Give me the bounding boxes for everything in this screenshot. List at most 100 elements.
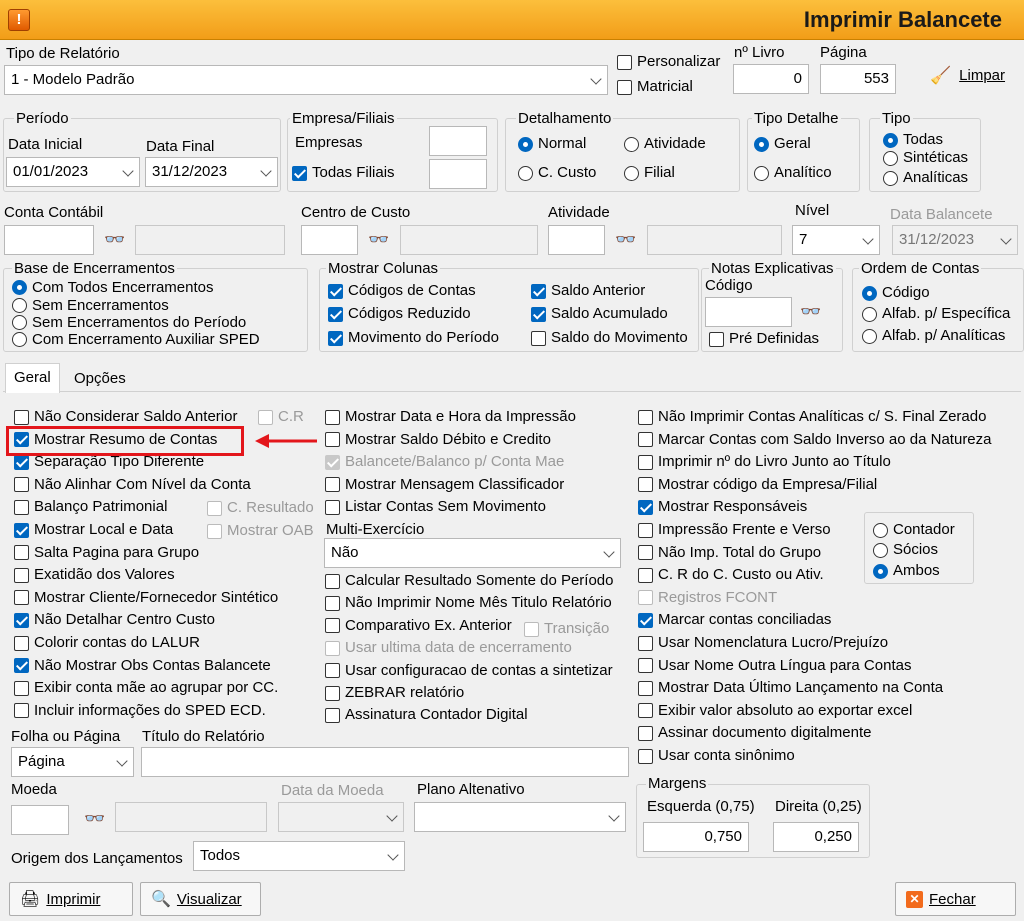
transicao-checkbox[interactable]: Transição <box>524 619 609 639</box>
folha-pagina-select[interactable]: Página <box>11 747 134 777</box>
col1-option-13[interactable]: Incluir informações do SPED ECD. <box>14 701 266 721</box>
col3-option-5[interactable]: Impressão Frente e Verso <box>638 520 831 540</box>
col2a-option-4[interactable]: Listar Contas Sem Movimento <box>325 497 546 517</box>
origem-select[interactable]: Todos <box>193 841 405 871</box>
movimento-periodo-checkbox[interactable]: Movimento do Período <box>328 328 499 348</box>
base-todos-radio[interactable]: Com Todos Encerramentos <box>12 279 213 296</box>
resp-socios-radio[interactable]: Sócios <box>873 540 938 560</box>
col1-option-3[interactable]: Não Alinhar Com Nível da Conta <box>14 475 251 495</box>
col3-option-11[interactable]: Usar Nome Outra Língua para Contas <box>638 656 911 676</box>
ordem-especifica-radio[interactable]: Alfab. p/ Específica <box>862 304 1010 324</box>
tipo-analiticas-radio[interactable]: Analíticas <box>883 169 968 187</box>
codigos-contas-checkbox[interactable]: Códigos de Contas <box>328 281 476 301</box>
tab-opcoes[interactable]: Opções <box>68 366 132 392</box>
detalhamento-atividade-radio[interactable]: Atividade <box>624 134 706 154</box>
margem-esquerda-input[interactable]: 0,750 <box>643 822 749 852</box>
imprimir-button[interactable]: 🖨 Imprimir <box>9 882 133 916</box>
limpar-button[interactable]: 🧹 Limpar <box>930 66 1005 86</box>
col1-option-7[interactable]: Exatidão dos Valores <box>14 565 175 585</box>
binoculars-icon[interactable]: 👓 <box>84 809 105 829</box>
col3-option-6[interactable]: Não Imp. Total do Grupo <box>638 543 821 563</box>
col3-option-8[interactable]: Registros FCONT <box>638 588 777 608</box>
col2a-option-0[interactable]: Mostrar Data e Hora da Impressão <box>325 407 576 427</box>
detalhamento-ccusto-radio[interactable]: C. Custo <box>518 163 596 183</box>
base-sem-periodo-radio[interactable]: Sem Encerramentos do Período <box>12 314 246 331</box>
col3-option-13[interactable]: Exibir valor absoluto ao exportar excel <box>638 701 912 721</box>
ordem-codigo-radio[interactable]: Código <box>862 283 930 303</box>
c-resultado-checkbox[interactable]: C. Resultado <box>207 498 314 518</box>
col3-option-15[interactable]: Usar conta sinônimo <box>638 746 795 766</box>
col3-option-14[interactable]: Assinar documento digitalmente <box>638 723 871 743</box>
col1-option-5[interactable]: Mostrar Local e Data <box>14 520 173 540</box>
col3-option-2[interactable]: Imprimir nº do Livro Junto ao Título <box>638 452 891 472</box>
cr-checkbox[interactable]: C.R <box>258 407 304 427</box>
col2b-option-0[interactable]: Calcular Resultado Somente do Período <box>325 571 614 591</box>
col1-option-6[interactable]: Salta Pagina para Grupo <box>14 543 199 563</box>
col2b-option-5[interactable]: ZEBRAR relatório <box>325 683 464 703</box>
margem-direita-input[interactable]: 0,250 <box>773 822 859 852</box>
col2b-option-3[interactable]: Usar ultima data de encerramento <box>325 638 572 658</box>
col2b-option-4[interactable]: Usar configuracao de contas a sintetizar <box>325 661 613 681</box>
ordem-analiticas-radio[interactable]: Alfab. p/ Analíticas <box>862 326 1005 346</box>
binoculars-icon[interactable]: 👓 <box>368 230 389 250</box>
col2a-option-1[interactable]: Mostrar Saldo Débito e Credito <box>325 430 551 450</box>
saldo-acumulado-checkbox[interactable]: Saldo Acumulado <box>531 304 668 324</box>
fechar-button[interactable]: ✕ Fechar <box>895 882 1016 916</box>
conta-contabil-input[interactable] <box>4 225 94 255</box>
atividade-input[interactable] <box>548 225 605 255</box>
col3-option-4[interactable]: Mostrar Responsáveis <box>638 497 807 517</box>
tipo-detalhe-analitico-radio[interactable]: Analítico <box>754 163 832 183</box>
col3-option-7[interactable]: C. R do C. Custo ou Ativ. <box>638 565 824 585</box>
base-auxiliar-radio[interactable]: Com Encerramento Auxiliar SPED <box>12 331 260 348</box>
personalizar-checkbox[interactable]: Personalizar <box>617 52 720 72</box>
todas-filiais-checkbox[interactable]: Todas Filiais <box>292 163 395 183</box>
notas-codigo-input[interactable] <box>705 297 792 327</box>
nivel-select[interactable]: 7 <box>792 225 880 255</box>
pre-definidas-checkbox[interactable]: Pré Definidas <box>709 329 819 349</box>
data-final-picker[interactable]: 31/12/2023 <box>145 157 278 187</box>
col1-option-9[interactable]: Não Detalhar Centro Custo <box>14 610 215 630</box>
col1-option-11[interactable]: Não Mostrar Obs Contas Balancete <box>14 656 271 676</box>
mostrar-oab-checkbox[interactable]: Mostrar OAB <box>207 521 314 541</box>
empresas-input[interactable] <box>429 126 487 156</box>
tipo-sinteticas-radio[interactable]: Sintéticas <box>883 149 968 167</box>
col3-option-9[interactable]: Marcar contas conciliadas <box>638 610 831 630</box>
detalhamento-normal-radio[interactable]: Normal <box>518 134 586 154</box>
col3-option-10[interactable]: Usar Nomenclatura Lucro/Prejuízo <box>638 633 888 653</box>
col1-option-8[interactable]: Mostrar Cliente/Fornecedor Sintético <box>14 588 278 608</box>
saldo-anterior-checkbox[interactable]: Saldo Anterior <box>531 281 645 301</box>
base-sem-radio[interactable]: Sem Encerramentos <box>12 297 169 314</box>
col2b-option-2[interactable]: Comparativo Ex. Anterior <box>325 616 512 636</box>
tipo-relatorio-select[interactable]: 1 - Modelo Padrão <box>4 65 608 95</box>
codigos-reduzido-checkbox[interactable]: Códigos Reduzido <box>328 304 471 324</box>
tipo-detalhe-geral-radio[interactable]: Geral <box>754 134 811 154</box>
col2a-option-3[interactable]: Mostrar Mensagem Classificador <box>325 475 564 495</box>
col1-option-12[interactable]: Exibir conta mãe ao agrupar por CC. <box>14 678 278 698</box>
plano-select[interactable] <box>414 802 626 832</box>
livro-input[interactable]: 0 <box>733 64 809 94</box>
data-balancete-picker[interactable]: 31/12/2023 <box>892 225 1018 255</box>
detalhamento-filial-radio[interactable]: Filial <box>624 163 675 183</box>
centro-custo-input[interactable] <box>301 225 358 255</box>
moeda-input[interactable] <box>11 805 69 835</box>
resp-ambos-radio[interactable]: Ambos <box>873 561 940 581</box>
col3-option-12[interactable]: Mostrar Data Último Lançamento na Conta <box>638 678 943 698</box>
resp-contador-radio[interactable]: Contador <box>873 520 955 540</box>
col2b-option-1[interactable]: Não Imprimir Nome Mês Titulo Relatório <box>325 593 612 613</box>
binoculars-icon[interactable]: 👓 <box>104 230 125 250</box>
tipo-todas-radio[interactable]: Todas <box>883 131 943 149</box>
col2b-option-6[interactable]: Assinatura Contador Digital <box>325 705 528 725</box>
matricial-checkbox[interactable]: Matricial <box>617 77 693 97</box>
saldo-movimento-checkbox[interactable]: Saldo do Movimento <box>531 328 688 348</box>
data-moeda-picker[interactable] <box>278 802 404 832</box>
binoculars-icon[interactable]: 👓 <box>615 230 636 250</box>
data-inicial-picker[interactable]: 01/01/2023 <box>6 157 140 187</box>
col3-option-3[interactable]: Mostrar código da Empresa/Filial <box>638 475 877 495</box>
col3-option-0[interactable]: Não Imprimir Contas Analíticas c/ S. Fin… <box>638 407 986 427</box>
col3-option-1[interactable]: Marcar Contas com Saldo Inverso ao da Na… <box>638 430 992 450</box>
filiais-input[interactable] <box>429 159 487 189</box>
visualizar-button[interactable]: 🔍 Visualizar <box>140 882 261 916</box>
pagina-input[interactable]: 553 <box>820 64 896 94</box>
tab-geral[interactable]: Geral <box>5 363 60 393</box>
col1-option-4[interactable]: Balanço Patrimonial <box>14 497 167 517</box>
